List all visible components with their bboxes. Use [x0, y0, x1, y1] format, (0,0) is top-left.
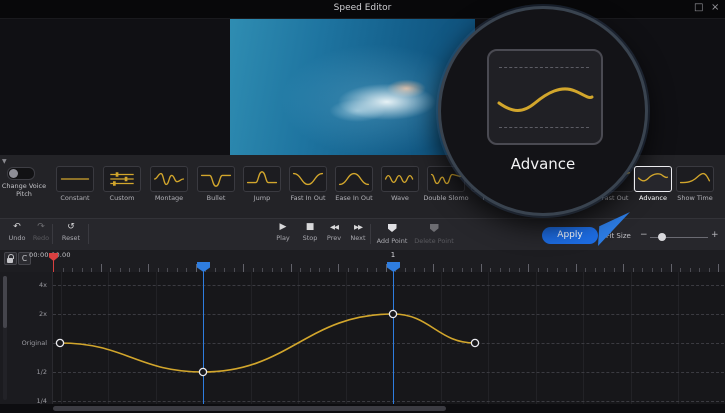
bullet-curve-icon: [197, 166, 235, 192]
preset-advance[interactable]: Advance: [631, 166, 675, 212]
magnifier-label: Advance: [441, 155, 645, 173]
custom-sliders-icon: [103, 166, 141, 192]
lock-button[interactable]: [4, 252, 17, 265]
preset-custom[interactable]: Custom: [100, 166, 144, 212]
keyframe-point[interactable]: [389, 310, 396, 317]
reset-button[interactable]: ↺ Reset: [58, 222, 84, 242]
ruler-tick: [481, 264, 482, 272]
delete-point-button[interactable]: Delete Point: [412, 222, 456, 245]
speed-curve[interactable]: [0, 272, 725, 404]
title-bar: Speed Editor □ ×: [0, 0, 725, 19]
window-title: Speed Editor: [0, 3, 725, 13]
reset-label: Reset: [58, 234, 84, 242]
add-point-button[interactable]: Add Point: [374, 222, 410, 245]
close-button-icon[interactable]: ×: [711, 2, 719, 13]
ruler-tick: [576, 264, 577, 272]
next-label: Next: [345, 234, 371, 242]
prev-label: Prev: [321, 234, 347, 242]
preset-constant[interactable]: Constant: [53, 166, 97, 212]
horizontal-scrollbar-thumb[interactable]: [53, 406, 446, 411]
maximize-button-icon[interactable]: □: [694, 2, 703, 13]
ruler-tick: [718, 264, 719, 272]
speed-editor-window: Speed Editor □ × ▼ Change Voice Pitch Ad…: [0, 0, 725, 413]
ruler-tick: [196, 264, 197, 272]
preset-label: Constant: [48, 194, 102, 202]
stop-icon: ■: [297, 222, 323, 233]
toggle-knob: [9, 169, 18, 178]
wave-curve-icon: [381, 166, 419, 192]
keyframe-point[interactable]: [56, 339, 63, 346]
preset-wave[interactable]: Wave: [378, 166, 422, 212]
preset-fast_in_out[interactable]: Fast In Out: [286, 166, 330, 212]
stop-label: Stop: [297, 234, 323, 242]
delete-point-label: Delete Point: [412, 237, 456, 245]
preset-show_time[interactable]: Show Time: [673, 166, 717, 212]
stop-button[interactable]: ■ Stop: [297, 222, 323, 242]
prev-icon: ◀◀: [321, 222, 347, 233]
timeline-ruler[interactable]: [0, 250, 725, 273]
redo-label: Redo: [28, 234, 54, 242]
voice-pitch-label: Change Voice Pitch: [0, 182, 48, 198]
preset-bullet[interactable]: Bullet: [194, 166, 238, 212]
ruler-second-label: 1: [386, 251, 400, 259]
reset-icon: ↺: [58, 222, 84, 233]
add-point-label: Add Point: [374, 237, 410, 245]
advance-curve-icon-large: [487, 49, 603, 145]
add-point-icon: [374, 222, 410, 236]
undo-icon: ↶: [4, 222, 30, 233]
next-button[interactable]: ▶▶ Next: [345, 222, 371, 242]
ease-in-out-curve-icon: [335, 166, 373, 192]
ruler-tick: [433, 264, 434, 272]
ruler-tick: [148, 264, 149, 272]
preset-label: Montage: [142, 194, 196, 202]
undo-button[interactable]: ↶ Undo: [4, 222, 30, 242]
collapse-panel-icon[interactable]: ▼: [2, 158, 7, 165]
magnifier-callout: Advance: [438, 6, 648, 216]
constant-curve-icon: [56, 166, 94, 192]
zoom-in-icon[interactable]: +: [711, 230, 719, 240]
preset-jump[interactable]: Jump: [240, 166, 284, 212]
montage-curve-icon: [150, 166, 188, 192]
play-button[interactable]: ▶ Play: [270, 222, 296, 242]
undo-label: Undo: [4, 234, 30, 242]
voice-pitch-toggle[interactable]: [7, 167, 35, 180]
ruler-tick: [291, 264, 292, 272]
preset-ease_in_out[interactable]: Ease In Out: [332, 166, 376, 212]
zoom-out-icon[interactable]: −: [640, 230, 648, 240]
preset-label: Custom: [95, 194, 149, 202]
play-label: Play: [270, 234, 296, 242]
ruler-tick: [528, 264, 529, 272]
play-icon: ▶: [270, 222, 296, 233]
ruler-tick: [338, 264, 339, 272]
prev-button[interactable]: ◀◀ Prev: [321, 222, 347, 242]
jump-curve-icon: [243, 166, 281, 192]
preset-label: Advance: [626, 194, 680, 202]
keyframe-point[interactable]: [199, 368, 206, 375]
advance-curve-icon: [634, 166, 672, 192]
redo-button[interactable]: ↷ Redo: [28, 222, 54, 242]
fit-size-slider-thumb[interactable]: [658, 233, 666, 241]
show-time-curve-icon: [676, 166, 714, 192]
ruler-tick: [671, 264, 672, 272]
apply-button[interactable]: Apply: [542, 227, 598, 244]
toolbar-separator: [88, 224, 89, 244]
ruler-tick: [243, 264, 244, 272]
delete-point-icon: [412, 222, 456, 236]
next-icon: ▶▶: [345, 222, 371, 233]
ruler-tick: [623, 264, 624, 272]
fast-in-out-curve-icon: [289, 166, 327, 192]
ruler-tick: [101, 264, 102, 272]
redo-icon: ↷: [28, 222, 54, 233]
keyframe-point[interactable]: [471, 339, 478, 346]
ruler-tick: [386, 264, 387, 272]
video-preview: [230, 19, 475, 167]
preset-montage[interactable]: Montage: [147, 166, 191, 212]
